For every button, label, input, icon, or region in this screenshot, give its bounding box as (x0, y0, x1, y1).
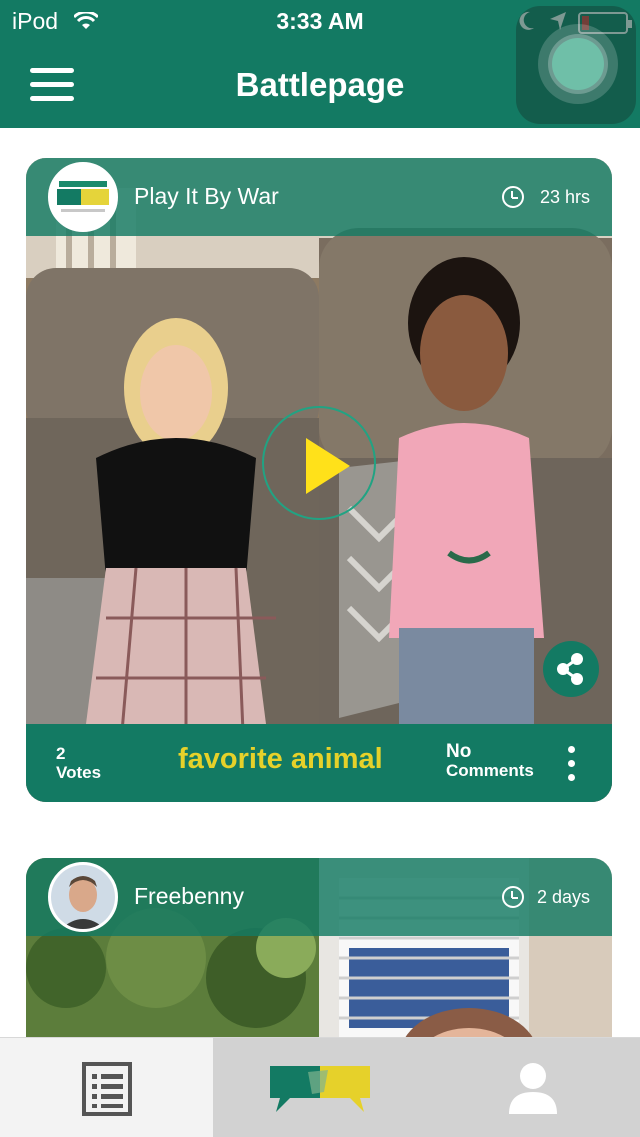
votes-count[interactable]: 2 Votes (56, 744, 101, 782)
share-icon[interactable] (543, 641, 599, 697)
comments-number: No (446, 741, 472, 762)
battle-card-header: Freebenny 2 days (26, 858, 612, 936)
more-options-icon[interactable] (562, 746, 582, 782)
assistive-touch-button[interactable] (516, 6, 636, 124)
profile-person-icon (509, 1063, 557, 1114)
battle-username[interactable]: Freebenny (134, 883, 244, 910)
votes-number: 2 (56, 744, 66, 763)
tab-feed[interactable] (0, 1038, 213, 1137)
app-header: iPod 3:33 AM Battlepage (0, 0, 640, 128)
time-ago: 2 days (536, 887, 590, 907)
tab-profile[interactable] (427, 1038, 640, 1137)
battle-card[interactable]: Freebenny 2 days (26, 858, 612, 1058)
battle-chat-logo-icon (270, 1066, 370, 1112)
battle-card-footer: 2 Votes favorite animal No Comments (26, 724, 612, 802)
votes-label: Votes (56, 763, 102, 782)
clock-icon (502, 886, 524, 908)
clock-icon (502, 186, 524, 208)
avatar[interactable] (48, 162, 118, 232)
battle-card-header: Play It By War 23 hrs (26, 158, 612, 236)
battle-topic: favorite animal (178, 743, 383, 775)
time-ago: 23 hrs (539, 187, 590, 207)
comments-count[interactable]: No Comments (446, 742, 534, 780)
play-icon[interactable] (262, 406, 376, 520)
battle-username[interactable]: Play It By War (134, 183, 279, 210)
battle-card[interactable]: Play It By War 23 hrs 2 Votes favorite a… (26, 158, 612, 802)
list-document-icon (82, 1062, 132, 1116)
user-photo-avatar (51, 865, 115, 929)
avatar[interactable] (48, 862, 118, 932)
comments-label: Comments (446, 761, 534, 780)
play-it-by-war-logo (51, 165, 115, 229)
bottom-tab-bar (0, 1037, 640, 1137)
tab-battles[interactable] (213, 1038, 427, 1137)
